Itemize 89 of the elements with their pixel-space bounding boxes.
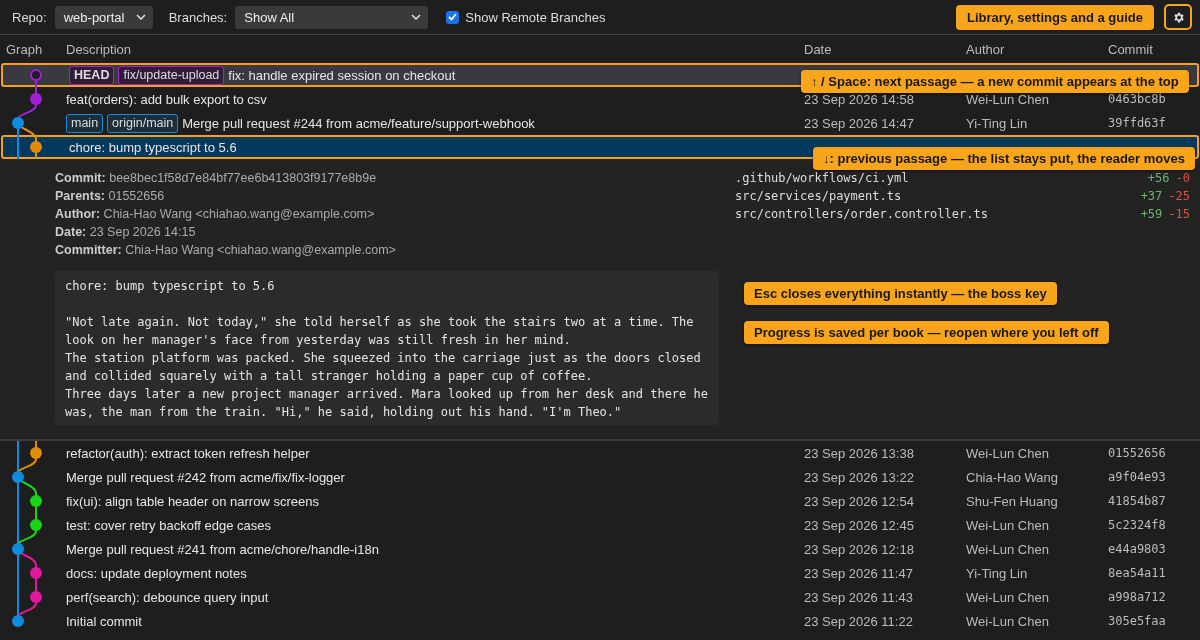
commit-date: 23 Sep 2026 14:47 (804, 115, 914, 131)
commit-date: 23 Sep 2026 11:47 (804, 565, 913, 581)
commit-row[interactable]: test: cover retry backoff edge cases 23 Sep 2026 12:45 Wei-Lun Chen 5c2324f8 (0, 513, 1200, 537)
file-path[interactable]: src/services/payment.ts (735, 187, 902, 205)
commit-author: Shu-Fen Huang (966, 493, 1058, 509)
branches-label: Branches: (168, 9, 228, 25)
commit-message: refactor(auth): extract token refresh helper (66, 445, 310, 461)
remote-branches-checkbox[interactable] (446, 10, 460, 24)
added-count: +59 (1140, 207, 1163, 221)
commit-row[interactable]: Merge pull request #241 from acme/chore/handle-i18n 23 Sep 2026 12:18 Wei-Lun Chen e44a9803 (0, 537, 1200, 561)
commit-date: 23 Sep 2026 14:58 (804, 91, 914, 107)
added-count: +56 (1147, 171, 1170, 185)
commit-author: Wei-Lun Chen (966, 91, 1049, 107)
tooltip: Progress is saved per book — reopen where you left off (744, 321, 1109, 344)
commit-date: 23 Sep 2026 13:38 (804, 445, 914, 461)
commit-author: Wei-Lun Chen (966, 589, 1049, 605)
commit-hash: 305e5faa (1108, 614, 1166, 628)
commit-message: Merge pull request #242 from acme/fix/fix-logger (66, 469, 345, 485)
ref-tag[interactable]: fix/update-upload (118, 65, 225, 85)
commit-message: feat(orders): add bulk export to csv (66, 91, 267, 107)
added-count: +37 (1140, 189, 1163, 203)
commit-hash: 8ea54a11 (1108, 566, 1166, 580)
repo-label: Repo: (12, 9, 47, 25)
tooltip: Esc closes everything instantly — the boss key (744, 282, 1057, 305)
commit-message: Merge pull request #244 from acme/feature/support-webhook (182, 115, 535, 131)
commit-author: Wei-Lun Chen (966, 541, 1049, 557)
commit-author: Yi-Ting Lin (966, 115, 1028, 131)
commit-date: 23 Sep 2026 13:22 (804, 469, 914, 485)
settings-button[interactable] (1164, 4, 1192, 30)
ref-tag[interactable]: origin/main (107, 113, 179, 133)
guide-button[interactable]: Library, settings and a guide (956, 4, 1154, 30)
commit-row[interactable]: main origin/main Merge pull request #244 from acme/feature/support-webhook 23 Sep 2026 14:47 Yi-Ting Lin 39ffd63f (0, 111, 1200, 135)
commit-message: perf(search): debounce query input (66, 589, 269, 605)
commit-hash: a998a712 (1108, 590, 1166, 604)
tooltip: ↑ / Space: next passage — a new commit appears at the top (801, 70, 1189, 93)
column-header[interactable]: Date (798, 41, 960, 57)
caret-icon (135, 14, 146, 20)
commit-message: chore: bump typescript to 5.6 (69, 139, 237, 155)
commit-message: fix: handle expired session on checkout (228, 67, 456, 83)
commit-hash: 0463bc8b (1108, 92, 1166, 106)
commit-row[interactable]: refactor(auth): extract token refresh helper 23 Sep 2026 13:38 Wei-Lun Chen 01552656 (0, 441, 1200, 465)
commit-message: fix(ui): align table header on narrow screens (66, 493, 319, 509)
commit-message: Initial commit (66, 613, 142, 629)
detail-field: Date: 23 Sep 2026 14:15 (55, 223, 720, 241)
commit-row[interactable]: Merge pull request #242 from acme/fix/fix-logger 23 Sep 2026 13:22 Chia-Hao Wang a9f04e93 (0, 465, 1200, 489)
removed-count: -15 (1168, 207, 1190, 221)
commit-row[interactable]: Initial commit 23 Sep 2026 11:22 Wei-Lun Chen 305e5faa (0, 609, 1200, 633)
commit-row[interactable]: perf(search): debounce query input 23 Sep 2026 11:43 Wei-Lun Chen a998a712 (0, 585, 1200, 609)
ref-tag[interactable]: main (66, 113, 104, 133)
commit-author: Yi-Ting Lin (966, 565, 1028, 581)
file-path[interactable]: src/controllers/order.controller.ts (735, 205, 988, 223)
removed-count: -0 (1175, 171, 1190, 185)
commit-row[interactable]: fix(ui): align table header on narrow screens 23 Sep 2026 12:54 Shu-Fen Huang 41854b87 (0, 489, 1200, 513)
commit-date: 23 Sep 2026 12:54 (804, 493, 914, 509)
commit-hash: 01552656 (1108, 446, 1166, 460)
repo-dropdown[interactable]: web-portal (54, 5, 153, 29)
commit-message: docs: update deployment notes (66, 565, 247, 581)
column-header[interactable]: Author (960, 41, 1102, 57)
commit-hash: 41854b87 (1108, 494, 1166, 508)
column-header[interactable]: Graph (0, 41, 60, 57)
commit-date: 23 Sep 2026 12:45 (804, 517, 914, 533)
detail-field: Parents: 01552656 (55, 187, 720, 205)
caret-icon (411, 14, 422, 20)
commit-author: Chia-Hao Wang (966, 469, 1058, 485)
column-header[interactable]: Commit (1102, 41, 1200, 57)
commit-hash: e44a9803 (1108, 542, 1166, 556)
commit-hash: 39ffd63f (1108, 116, 1166, 130)
commit-date: 23 Sep 2026 11:22 (804, 613, 913, 629)
removed-count: -25 (1168, 189, 1190, 203)
commit-row[interactable]: docs: update deployment notes 23 Sep 2026 11:47 Yi-Ting Lin 8ea54a11 (0, 561, 1200, 585)
tooltip: ↓: previous passage — the list stays put, the reader moves (813, 147, 1195, 170)
commit-author: Wei-Lun Chen (966, 613, 1049, 629)
commit-hash: a9f04e93 (1108, 470, 1166, 484)
detail-field: Commit: bee8bec1f58d7e84bf77ee6b413803f9177e8b9e (55, 169, 720, 187)
commit-hash: 5c2324f8 (1108, 518, 1166, 532)
detail-field: Committer: Chia-Hao Wang <chiahao.wang@example.com> (55, 241, 720, 259)
commit-message: test: cover retry backoff edge cases (66, 517, 271, 533)
detail-field: Author: Chia-Hao Wang <chiahao.wang@example.com> (55, 205, 720, 223)
column-header[interactable]: Description (60, 41, 798, 57)
file-path[interactable]: .github/workflows/ci.yml (735, 169, 909, 187)
commit-author: Wei-Lun Chen (966, 517, 1049, 533)
commit-date: 23 Sep 2026 12:18 (804, 541, 914, 557)
commit-message: Merge pull request #241 from acme/chore/handle-i18n (66, 541, 379, 557)
ref-tag[interactable]: HEAD (69, 65, 115, 85)
branches-dropdown[interactable]: Show All (235, 5, 429, 29)
commit-date: 23 Sep 2026 11:43 (804, 589, 913, 605)
commit-body: chore: bump typescript to 5.6 "Not late again. Not today," she told herself as she took the stairs two at a time. The look on her manager's face from yesterday was still fresh in her mind. The station platform was packed. She squeezed into the carriage just as the doors closed and collided squarely with a tall stranger holding a paper cup of coffee. Three days later a new project manager arrived. Mara looked up from her desk and there he was, the man from the train. "Hi," he said, holding out his hand. "I'm Theo." (55, 271, 719, 425)
remote-branches-label: Show Remote Branches (465, 9, 606, 25)
commit-author: Wei-Lun Chen (966, 445, 1049, 461)
